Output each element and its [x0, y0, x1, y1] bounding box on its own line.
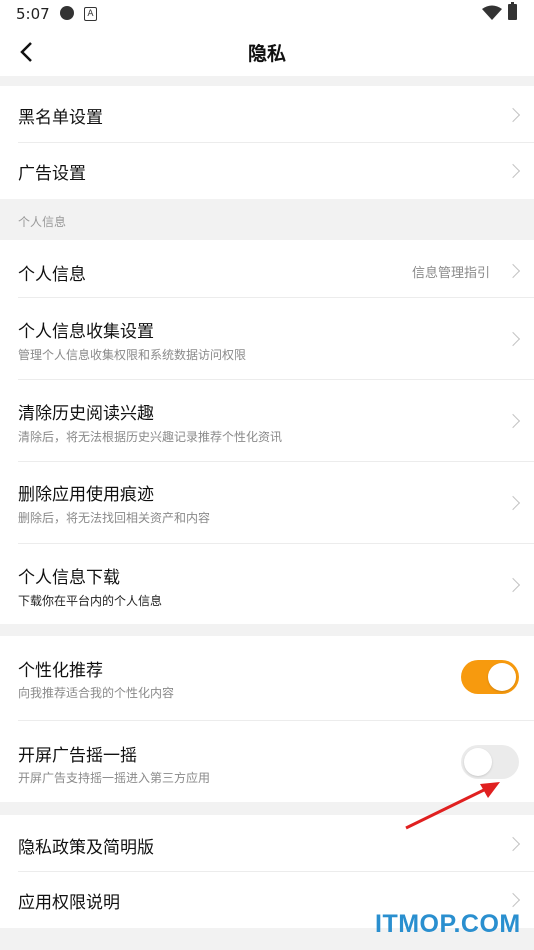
- personal-info-download-item[interactable]: 个人信息下载 下载你在平台内的个人信息: [0, 544, 534, 624]
- toggle-knob: [464, 748, 492, 776]
- info-management-guide-link[interactable]: 信息管理指引: [412, 262, 490, 281]
- splash-ad-shake-toggle[interactable]: [461, 745, 519, 779]
- blacklist-settings-item[interactable]: 黑名单设置: [0, 86, 534, 142]
- toggle-knob: [488, 663, 516, 691]
- watermark: ITMOP.COM: [375, 910, 521, 938]
- item-label: 广告设置: [18, 164, 86, 184]
- top-navigation-bar: 隐私: [0, 28, 534, 76]
- item-label: 隐私政策及简明版: [18, 838, 154, 858]
- personalized-recommendation-item: 个性化推荐 向我推荐适合我的个性化内容: [0, 636, 534, 720]
- clear-reading-interest-item[interactable]: 清除历史阅读兴趣 清除后，将无法根据历史兴趣记录推荐个性化资讯: [0, 380, 534, 461]
- item-label: 开屏广告摇一摇: [18, 746, 137, 766]
- page-title: 隐私: [247, 43, 286, 65]
- personal-info-collection-settings-item[interactable]: 个人信息收集设置 管理个人信息收集权限和系统数据访问权限: [0, 298, 534, 379]
- settings-group-blocklist-ads: 黑名单设置 广告设置: [0, 86, 534, 199]
- item-label: 个人信息下载: [18, 568, 120, 588]
- chevron-right-icon: [505, 107, 521, 123]
- item-label: 应用权限说明: [18, 893, 120, 913]
- item-description: 删除后，将无法找回相关资产和内容: [18, 511, 211, 525]
- chevron-right-icon: [505, 163, 521, 179]
- chevron-right-icon: [505, 263, 521, 279]
- item-label: 个人信息: [18, 265, 86, 285]
- chevron-right-icon: [505, 413, 521, 429]
- section-header-personal-info: 个人信息: [0, 200, 534, 240]
- chevron-right-icon: [505, 577, 521, 593]
- item-label: 黑名单设置: [18, 108, 103, 128]
- chevron-right-icon: [505, 836, 521, 852]
- red-annotation-arrow-icon: [405, 782, 500, 830]
- a-notification-icon: A: [84, 7, 97, 21]
- chevron-right-icon: [505, 892, 521, 908]
- item-description: 清除后，将无法根据历史兴趣记录推荐个性化资讯: [18, 430, 283, 444]
- item-description: 下载你在平台内的个人信息: [18, 594, 163, 608]
- chevron-right-icon: [505, 331, 521, 347]
- wifi-icon: [482, 5, 502, 20]
- personalized-recommendation-toggle[interactable]: [461, 660, 519, 694]
- status-time: 5:07: [16, 5, 50, 23]
- item-description: 向我推荐适合我的个性化内容: [18, 686, 175, 700]
- chevron-right-icon: [505, 495, 521, 511]
- battery-icon: [508, 2, 517, 20]
- settings-group-personal-info: 个人信息 信息管理指引 个人信息收集设置 管理个人信息收集权限和系统数据访问权限…: [0, 240, 534, 624]
- app-notification-icon: [60, 6, 74, 20]
- personal-info-item[interactable]: 个人信息 信息管理指引: [0, 240, 534, 297]
- item-label: 个人信息收集设置: [18, 322, 154, 342]
- item-label: 个性化推荐: [18, 661, 103, 681]
- section-title: 个人信息: [18, 215, 67, 229]
- item-label: 删除应用使用痕迹: [18, 485, 154, 505]
- item-description: 管理个人信息收集权限和系统数据访问权限: [18, 348, 247, 362]
- item-description: 开屏广告支持摇一摇进入第三方应用: [18, 771, 211, 785]
- status-bar: 5:07 A: [0, 0, 534, 28]
- delete-usage-traces-item[interactable]: 删除应用使用痕迹 删除后，将无法找回相关资产和内容: [0, 462, 534, 543]
- ad-settings-item[interactable]: 广告设置: [0, 143, 534, 199]
- item-label: 清除历史阅读兴趣: [18, 404, 154, 424]
